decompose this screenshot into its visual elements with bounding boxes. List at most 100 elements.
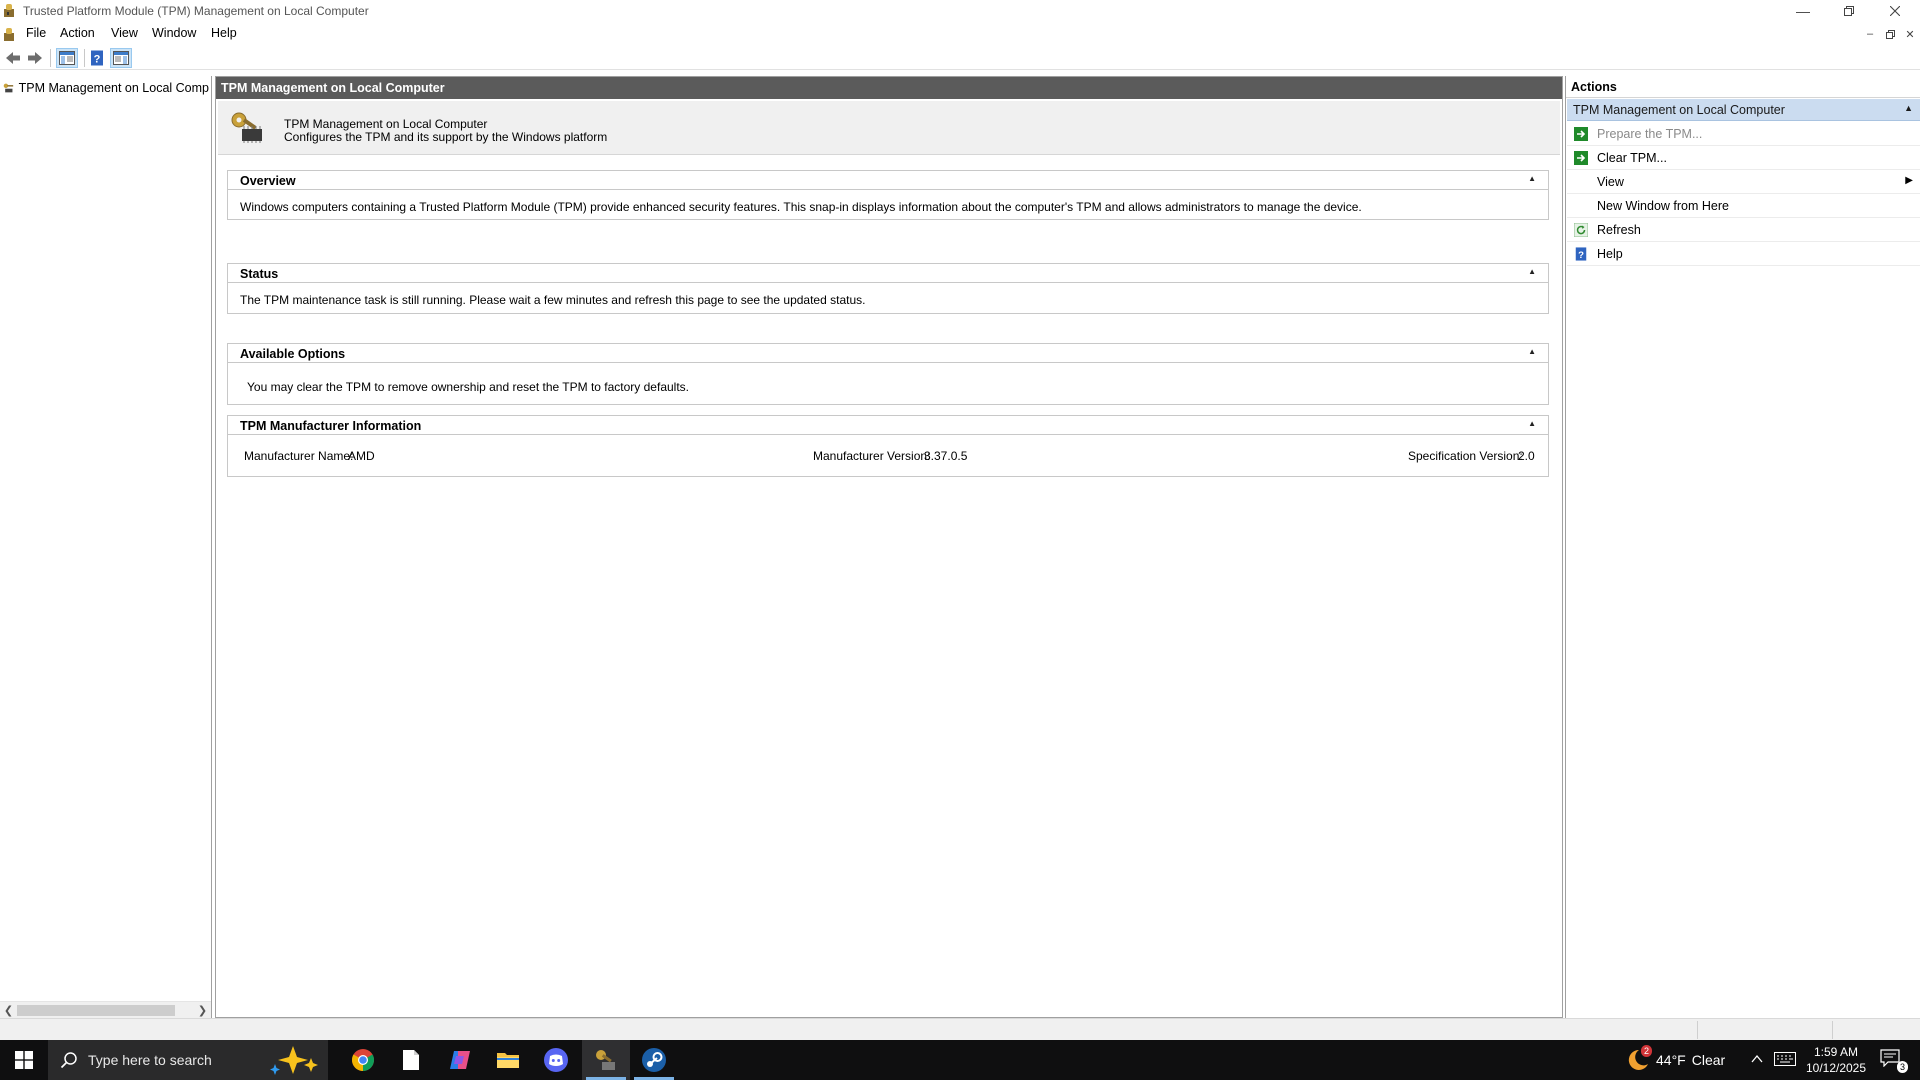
scrollbar-thumb[interactable] [17, 1005, 175, 1016]
console-tree-pane: TPM Management on Local Comp ❮ ❯ [0, 76, 212, 1018]
window-title: Trusted Platform Module (TPM) Management… [23, 4, 369, 18]
chevron-up-icon[interactable] [1750, 1052, 1764, 1069]
status-section: Status ▲ The TPM maintenance task is sti… [227, 263, 1549, 314]
weather-widget[interactable]: 2 44°F Clear [1624, 1040, 1725, 1080]
restore-icon[interactable] [1826, 0, 1872, 22]
mdi-restore-icon[interactable] [1882, 27, 1898, 41]
steam-icon[interactable] [630, 1040, 678, 1080]
banner-title: TPM Management on Local Computer [284, 117, 488, 131]
chrome-icon[interactable] [339, 1040, 387, 1080]
action-label: New Window from Here [1597, 199, 1729, 213]
actions-pane: Actions TPM Management on Local Computer… [1565, 76, 1920, 1018]
tpm-key-icon [3, 83, 14, 93]
notepad-icon[interactable] [387, 1040, 435, 1080]
clock-time: 1:59 AM [1813, 1045, 1859, 1059]
toolbar-separator [84, 49, 85, 67]
scroll-left-icon[interactable]: ❮ [0, 1002, 17, 1019]
collapse-up-icon[interactable]: ▲ [1904, 103, 1913, 113]
collapse-icon[interactable]: ▲ [1528, 267, 1536, 276]
search-highlight-sparkle-icon[interactable] [263, 1044, 323, 1076]
menu-action[interactable]: Action [60, 26, 95, 40]
mdi-minimize-icon[interactable]: – [1862, 27, 1878, 41]
overview-section: Overview ▲ Windows computers containing … [227, 170, 1549, 220]
action-help[interactable]: ? Help [1567, 242, 1920, 266]
available-options-title: Available Options [240, 347, 346, 361]
tree-horizontal-scrollbar[interactable]: ❮ ❯ [0, 1001, 211, 1018]
actions-group-header[interactable]: TPM Management on Local Computer ▲ [1567, 99, 1920, 121]
weather-moon-icon: 2 [1624, 1045, 1652, 1073]
keyboard-icon[interactable] [1774, 1052, 1796, 1069]
green-arrow-icon [1574, 127, 1588, 141]
action-clear-tpm[interactable]: Clear TPM... [1567, 146, 1920, 170]
status-divider [1697, 1021, 1698, 1039]
tpm-icon[interactable] [582, 1040, 630, 1080]
actions-title: Actions [1566, 76, 1920, 98]
show-hide-action-pane-icon[interactable] [110, 48, 132, 68]
svg-text:?: ? [94, 54, 101, 66]
forward-arrow-icon[interactable] [24, 48, 46, 68]
toolbar: ? [0, 46, 1920, 70]
mdi-close-icon[interactable]: ✕ [1902, 27, 1918, 41]
tpm-document-icon[interactable] [3, 27, 17, 42]
overview-header[interactable]: Overview ▲ [228, 171, 1548, 190]
weather-condition: Clear [1691, 1052, 1726, 1068]
action-label: Refresh [1597, 223, 1641, 237]
available-options-text: You may clear the TPM to remove ownershi… [247, 380, 689, 394]
manufacturer-name-value: AMD [348, 449, 375, 463]
taskbar-search-box[interactable]: Type here to search [48, 1040, 328, 1080]
windows-start-icon[interactable] [0, 1040, 48, 1080]
action-refresh[interactable]: Refresh [1567, 218, 1920, 242]
menu-window[interactable]: Window [152, 26, 196, 40]
copilot-icon[interactable] [436, 1040, 484, 1080]
action-new-window[interactable]: New Window from Here [1567, 194, 1920, 218]
clock-date: 10/12/2025 [1805, 1061, 1867, 1075]
submenu-arrow-icon: ▶ [1905, 175, 1913, 186]
status-title: Status [240, 267, 279, 281]
manufacturer-info-section: TPM Manufacturer Information ▲ Manufactu… [227, 415, 1549, 477]
green-arrow-icon [1574, 151, 1588, 165]
menu-view[interactable]: View [111, 26, 138, 40]
specification-version-value: 2.0 [1518, 449, 1535, 463]
manufacturer-version-label: Manufacturer Version: [813, 449, 931, 463]
menu-help[interactable]: Help [211, 26, 237, 40]
results-pane: TPM Management on Local Computer TPM Man… [215, 76, 1563, 1018]
refresh-icon [1574, 223, 1588, 237]
action-prepare-tpm[interactable]: Prepare the TPM... [1567, 122, 1920, 146]
system-clock[interactable]: 1:59 AM 10/12/2025 [1800, 1044, 1872, 1076]
tpm-app-icon [4, 4, 14, 17]
discord-icon[interactable] [532, 1040, 580, 1080]
manufacturer-info-title: TPM Manufacturer Information [240, 419, 422, 433]
file-explorer-icon[interactable] [484, 1040, 532, 1080]
status-text: The TPM maintenance task is still runnin… [240, 293, 866, 307]
action-view[interactable]: View ▶ [1567, 170, 1920, 194]
minimize-icon[interactable]: — [1780, 0, 1826, 22]
manufacturer-name-label: Manufacturer Name: [244, 449, 354, 463]
status-divider [1832, 1021, 1833, 1039]
notification-icon[interactable]: 3 [1880, 1049, 1908, 1073]
help-icon[interactable]: ? [86, 48, 108, 68]
available-options-header[interactable]: Available Options ▲ [228, 344, 1548, 363]
search-icon [60, 1052, 77, 1069]
overview-title: Overview [240, 174, 296, 188]
status-header[interactable]: Status ▲ [228, 264, 1548, 283]
manufacturer-info-header[interactable]: TPM Manufacturer Information ▲ [228, 416, 1548, 435]
menu-file[interactable]: File [26, 26, 46, 40]
weather-temperature: 44°F [1656, 1052, 1686, 1068]
scroll-right-icon[interactable]: ❯ [194, 1002, 211, 1019]
taskbar: Type here to search 2 44°F Clear 1:59 AM… [0, 1040, 1920, 1080]
action-label: Clear TPM... [1597, 151, 1667, 165]
show-hide-tree-icon[interactable] [56, 48, 78, 68]
tree-item-tpm-management[interactable]: TPM Management on Local Comp [3, 79, 209, 97]
notification-count: 3 [1896, 1061, 1908, 1073]
close-icon[interactable] [1872, 0, 1918, 22]
search-placeholder: Type here to search [88, 1052, 212, 1068]
collapse-icon[interactable]: ▲ [1528, 347, 1536, 356]
action-label: Help [1597, 247, 1623, 261]
snapin-banner: TPM Management on Local Computer Configu… [218, 101, 1560, 155]
results-pane-header: TPM Management on Local Computer [216, 77, 1562, 99]
banner-subtitle: Configures the TPM and its support by th… [284, 130, 608, 144]
collapse-icon[interactable]: ▲ [1528, 419, 1536, 428]
toolbar-separator [50, 49, 51, 67]
back-arrow-icon[interactable] [2, 48, 24, 68]
collapse-icon[interactable]: ▲ [1528, 174, 1536, 183]
